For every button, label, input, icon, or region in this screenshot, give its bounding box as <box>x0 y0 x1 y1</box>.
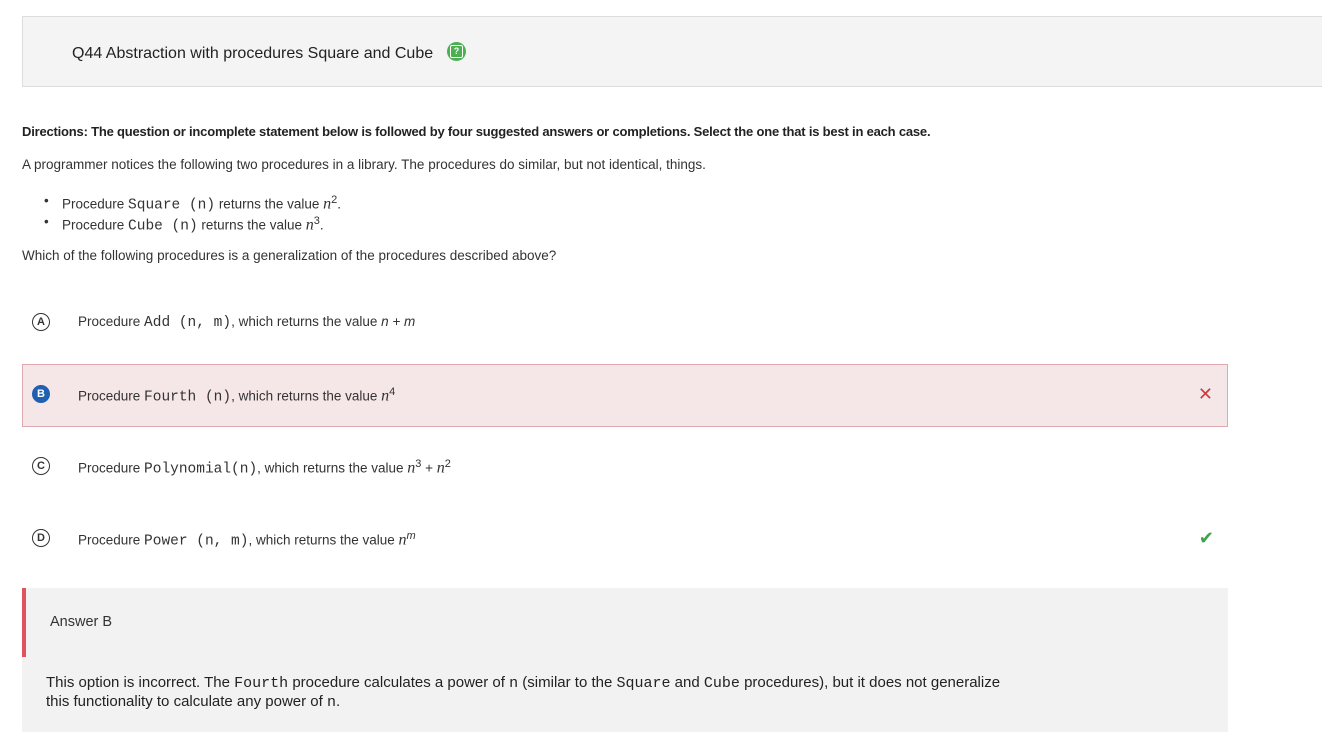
option-letter-badge: C <box>32 457 50 475</box>
option-letter-badge: B <box>32 385 50 403</box>
correct-icon: ✔ <box>1198 528 1214 548</box>
intro-text: A programmer notices the following two p… <box>22 157 706 172</box>
explanation-text: This option is incorrect. The Fourth pro… <box>46 674 1001 711</box>
question-title: Q44 Abstraction with procedures Square a… <box>72 45 434 62</box>
option-letter-badge: D <box>32 529 50 547</box>
option-text: Procedure Fourth (n), which returns the … <box>78 386 396 406</box>
question-header: Q44 Abstraction with procedures Square a… <box>22 16 1322 87</box>
answer-title: Answer B <box>50 614 113 630</box>
directions-text: Directions: The question or incomplete s… <box>22 124 931 139</box>
option-text: Procedure Power (n, m), which returns th… <box>78 530 416 550</box>
incorrect-icon: ✕ <box>1197 384 1213 404</box>
option-b[interactable]: B Procedure Fourth (n), which returns th… <box>22 364 1228 427</box>
answer-explanation-panel: Answer B This option is incorrect. The F… <box>22 588 1228 732</box>
option-a[interactable]: A Procedure Add (n, m), which returns th… <box>22 292 1228 355</box>
list-item: Procedure Square (n) returns the value n… <box>44 190 341 214</box>
option-c[interactable]: C Procedure Polynomial(n), which returns… <box>22 436 1228 499</box>
option-letter-badge: A <box>32 313 50 331</box>
question-text: Which of the following procedures is a g… <box>22 248 557 263</box>
incorrect-indicator-bar <box>22 588 26 657</box>
option-text: Procedure Add (n, m), which returns the … <box>78 314 416 331</box>
option-d[interactable]: D Procedure Power (n, m), which returns … <box>22 508 1228 571</box>
option-text: Procedure Polynomial(n), which returns t… <box>78 458 451 478</box>
help-icon[interactable]: ? <box>447 42 466 61</box>
list-item: Procedure Cube (n) returns the value n3. <box>44 211 341 235</box>
procedure-list: Procedure Square (n) returns the value n… <box>44 190 341 235</box>
